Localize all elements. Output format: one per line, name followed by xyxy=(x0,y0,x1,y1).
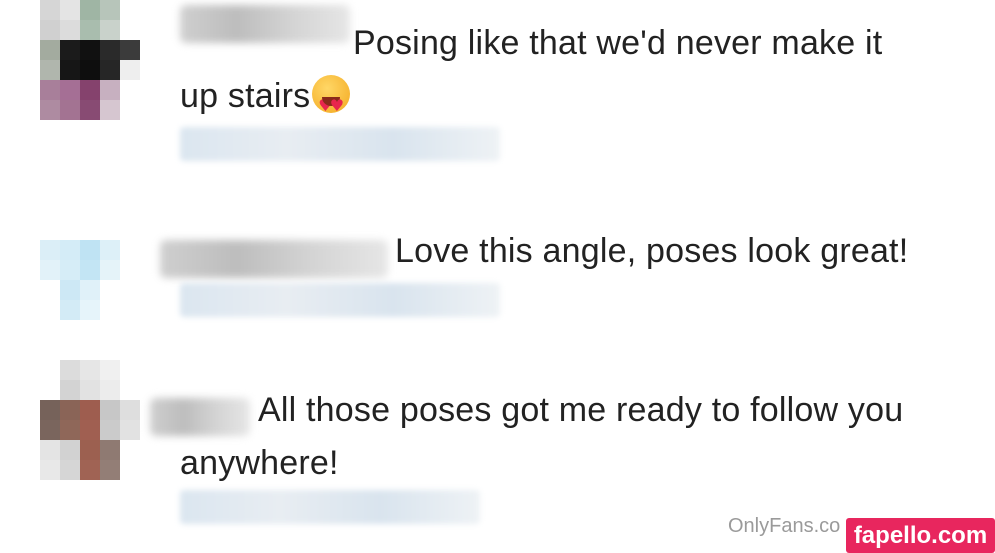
comment-text-continued: anywhere! xyxy=(180,437,339,489)
comment-text: Love this angle, poses look great! xyxy=(395,225,908,277)
comment-line: up stairs xyxy=(180,77,311,115)
comment-text: All those poses got me ready to follow y… xyxy=(258,384,903,436)
comment-line: Posing like that we'd never make it xyxy=(353,24,883,62)
heart-eyes-emoji-icon xyxy=(312,75,351,132)
comment-text-continued: up stairs xyxy=(180,70,351,132)
username-blurred[interactable] xyxy=(160,240,388,278)
comment-meta-blurred[interactable] xyxy=(180,283,500,317)
avatar-pixelated[interactable] xyxy=(40,360,140,480)
comment-meta-blurred[interactable] xyxy=(180,490,480,524)
comment-line: All those poses got me ready to follow y… xyxy=(258,391,904,429)
comment-line: anywhere! xyxy=(180,444,339,482)
comment-text: Posing like that we'd never make it xyxy=(353,17,882,69)
avatar-pixelated[interactable] xyxy=(40,240,120,320)
fapello-watermark: fapello.com xyxy=(846,518,995,553)
comment-meta-blurred[interactable] xyxy=(180,127,500,161)
onlyfans-watermark: OnlyFans.co xyxy=(728,515,841,537)
comment-line: Love this angle, poses look great! xyxy=(395,232,909,270)
username-blurred[interactable] xyxy=(180,5,350,43)
username-blurred[interactable] xyxy=(150,398,250,436)
avatar-pixelated[interactable] xyxy=(40,0,140,120)
